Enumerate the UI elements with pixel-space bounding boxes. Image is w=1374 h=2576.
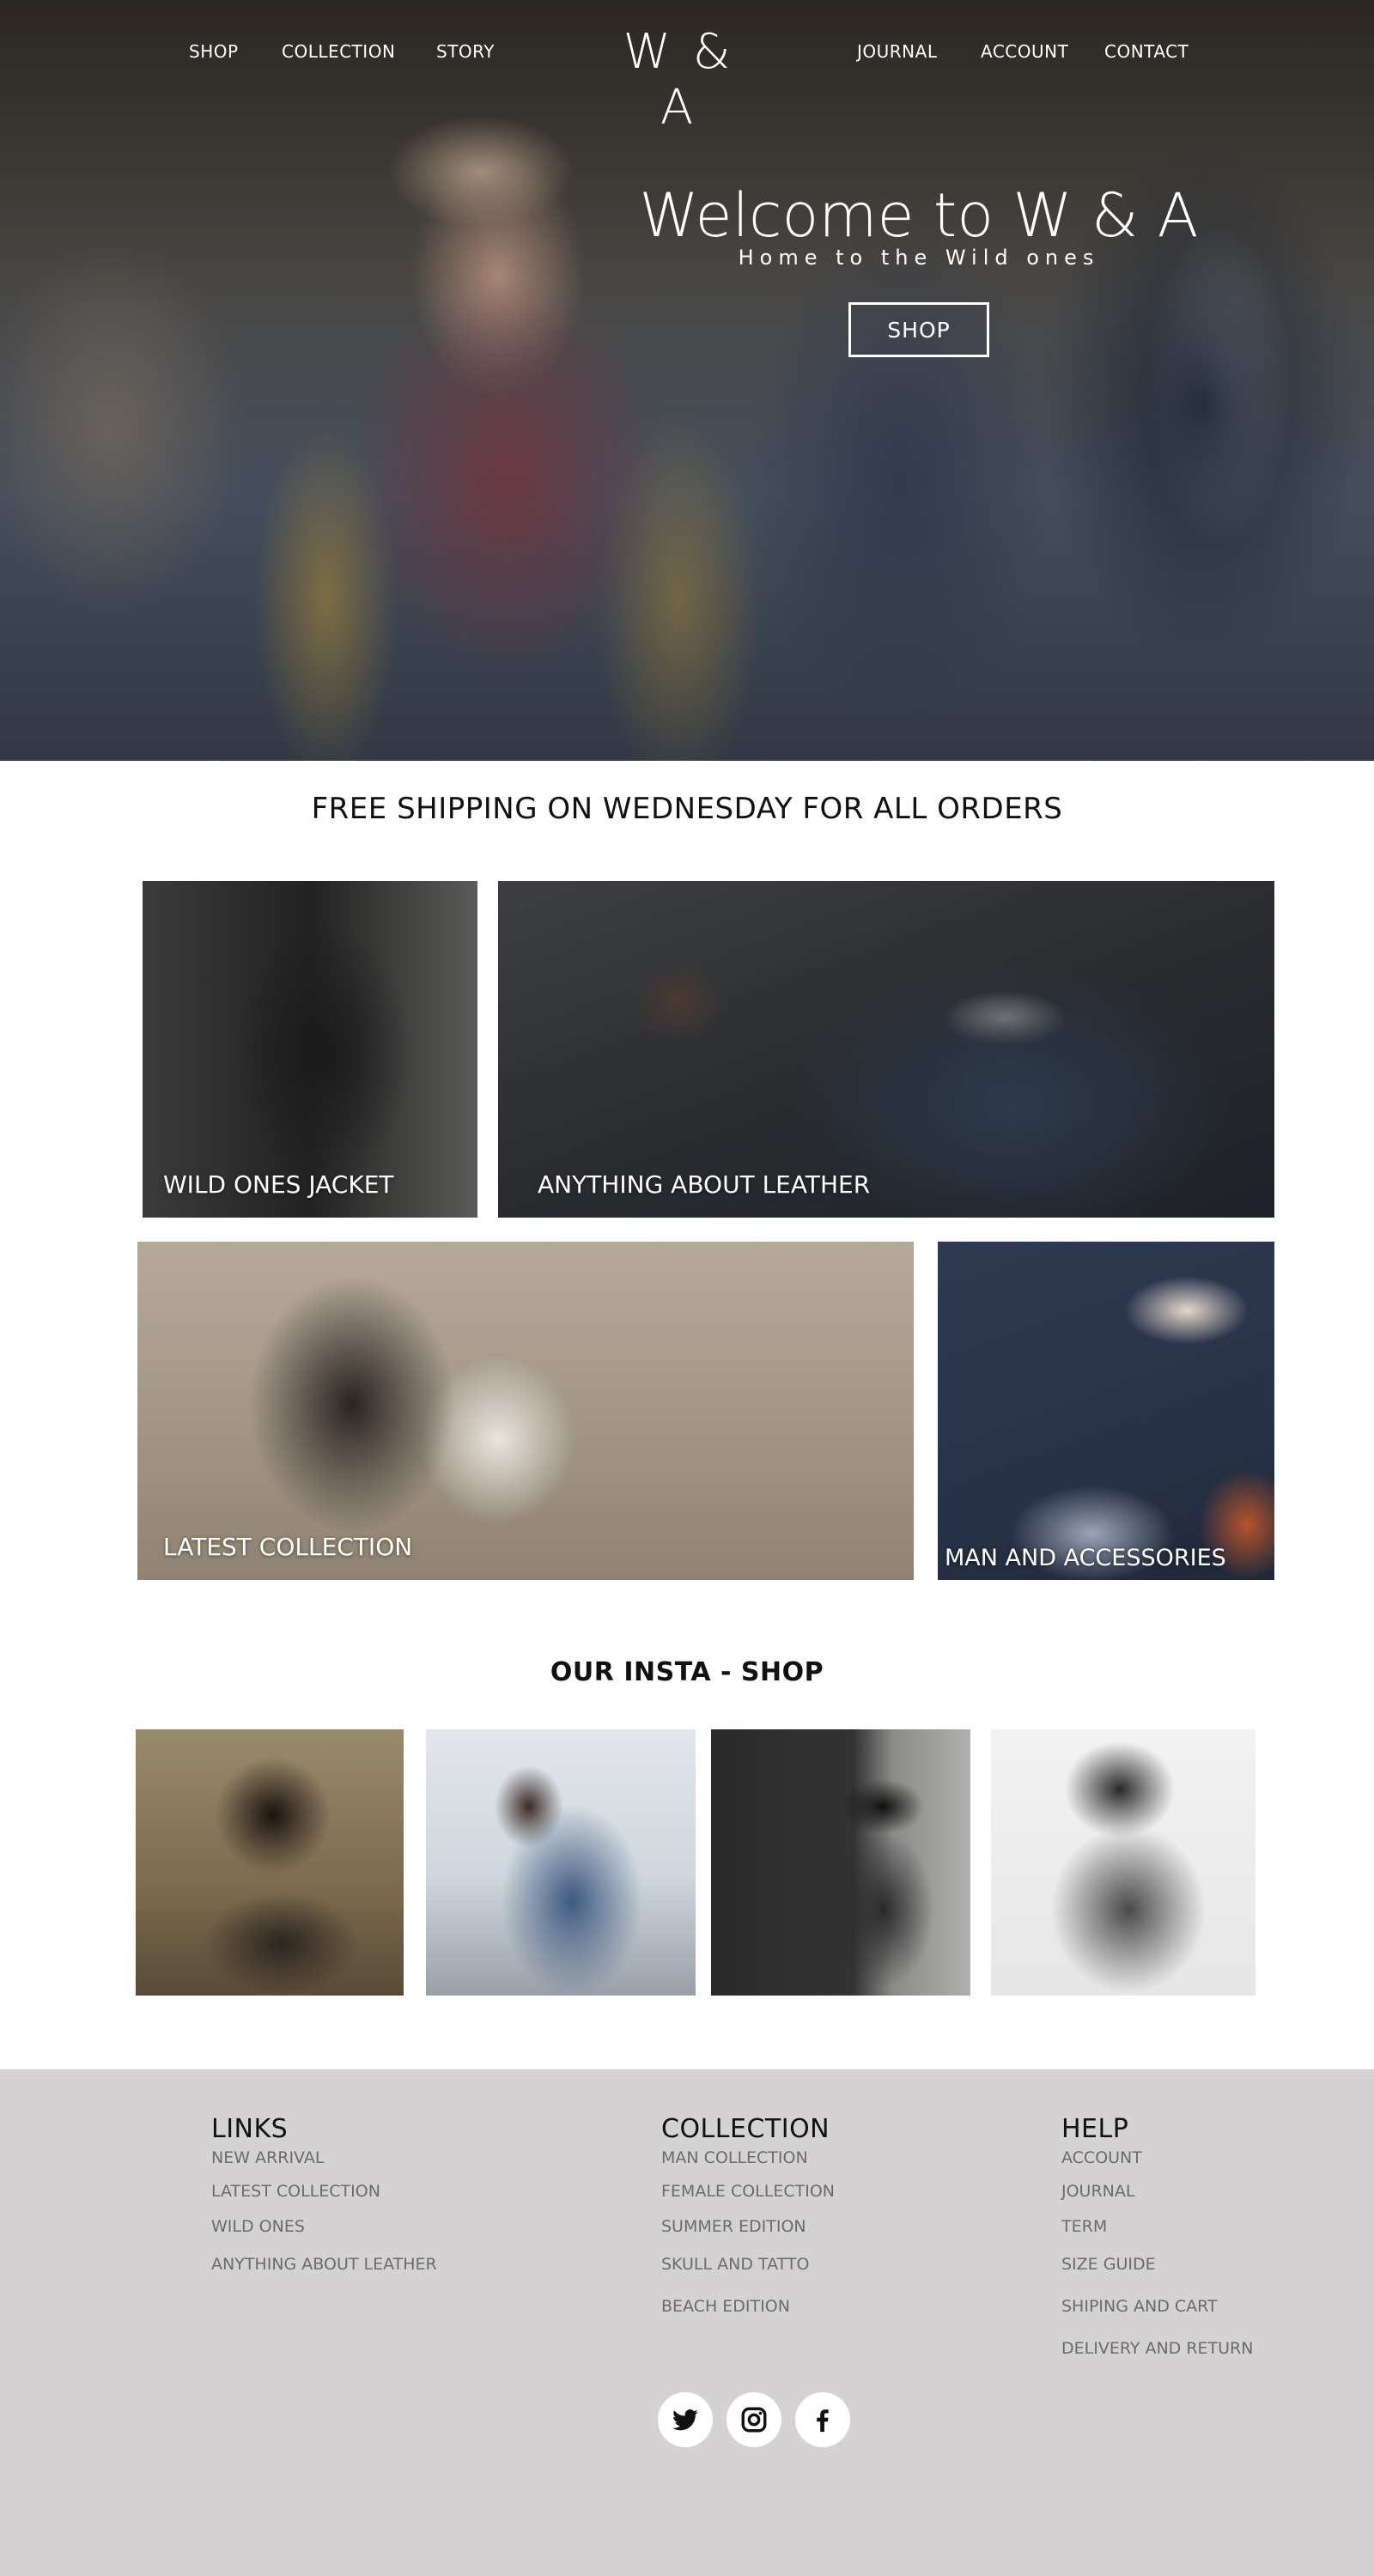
category-label: ANYTHING ABOUT LEATHER <box>538 1170 871 1199</box>
hero-title: Welcome to W & A <box>639 180 1199 251</box>
footer-link[interactable]: DELIVERY AND RETURN <box>1061 2340 1253 2357</box>
footer-link[interactable]: SHIPING AND CART <box>1061 2298 1253 2315</box>
category-tile-wild-ones-jacket[interactable]: WILD ONES JACKET <box>143 881 477 1218</box>
category-label: MAN AND ACCESSORIES <box>945 1545 1226 1571</box>
footer-link[interactable]: SUMMER EDITION <box>661 2218 835 2235</box>
footer-link[interactable]: TERM <box>1061 2218 1253 2235</box>
free-shipping-banner: FREE SHIPPING ON WEDNESDAY FOR ALL ORDER… <box>311 792 1063 826</box>
footer-link[interactable]: JOURNAL <box>1061 2183 1253 2200</box>
top-nav: SHOP COLLECTION STORY W & A JOURNAL ACCO… <box>0 0 1374 136</box>
footer-link[interactable]: SIZE GUIDE <box>1061 2256 1253 2273</box>
footer-link[interactable]: LATEST COLLECTION <box>211 2183 437 2200</box>
nav-story[interactable]: STORY <box>436 41 495 62</box>
facebook-icon[interactable] <box>795 2392 850 2447</box>
insta-photo[interactable] <box>711 1729 970 1996</box>
footer-link[interactable]: MAN COLLECTION <box>661 2149 835 2166</box>
footer-link[interactable]: WILD ONES <box>211 2218 437 2235</box>
footer-help-column: HELP ACCOUNT JOURNAL TERM SIZE GUIDE SHI… <box>1061 2114 1253 2357</box>
category-tile-latest-collection[interactable]: LATEST COLLECTION <box>137 1242 914 1580</box>
nav-journal[interactable]: JOURNAL <box>857 41 937 62</box>
site-footer: LINKS NEW ARRIVAL LATEST COLLECTION WILD… <box>0 2069 1374 2576</box>
footer-link[interactable]: FEMALE COLLECTION <box>661 2183 835 2200</box>
footer-heading-help: HELP <box>1061 2114 1129 2144</box>
category-label: LATEST COLLECTION <box>163 1533 413 1561</box>
hero-subtitle: Home to the Wild ones <box>738 246 1100 270</box>
category-tile-man-accessories[interactable]: MAN AND ACCESSORIES <box>938 1242 1274 1580</box>
nav-account[interactable]: ACCOUNT <box>981 41 1068 62</box>
nav-contact[interactable]: CONTACT <box>1104 41 1189 62</box>
brand-logo[interactable]: W & A <box>601 24 756 136</box>
insta-photo[interactable] <box>136 1729 404 1996</box>
footer-heading-collection: COLLECTION <box>661 2114 830 2144</box>
footer-heading-links: LINKS <box>211 2114 289 2144</box>
category-tile-leather[interactable]: ANYTHING ABOUT LEATHER <box>498 881 1274 1218</box>
hero-banner: SHOP COLLECTION STORY W & A JOURNAL ACCO… <box>0 0 1374 761</box>
footer-link[interactable]: ACCOUNT <box>1061 2149 1253 2166</box>
insta-photo[interactable] <box>991 1729 1255 1996</box>
twitter-icon[interactable] <box>658 2392 713 2447</box>
footer-collection-column: COLLECTION MAN COLLECTION FEMALE COLLECT… <box>661 2114 835 2315</box>
social-links <box>658 2392 850 2447</box>
footer-link[interactable]: BEACH EDITION <box>661 2298 835 2315</box>
insta-photo[interactable] <box>426 1729 696 1996</box>
instagram-icon[interactable] <box>727 2392 781 2447</box>
nav-shop[interactable]: SHOP <box>189 41 239 62</box>
hero-shop-button[interactable]: SHOP <box>848 302 989 357</box>
footer-link[interactable]: ANYTHING ABOUT LEATHER <box>211 2256 437 2273</box>
nav-collection[interactable]: COLLECTION <box>282 41 395 62</box>
footer-link[interactable]: NEW ARRIVAL <box>211 2149 437 2166</box>
footer-link[interactable]: SKULL AND TATTO <box>661 2256 835 2273</box>
insta-shop-title: OUR INSTA - SHOP <box>550 1657 824 1687</box>
footer-links-column: LINKS NEW ARRIVAL LATEST COLLECTION WILD… <box>211 2114 437 2273</box>
category-label: WILD ONES JACKET <box>163 1170 394 1199</box>
